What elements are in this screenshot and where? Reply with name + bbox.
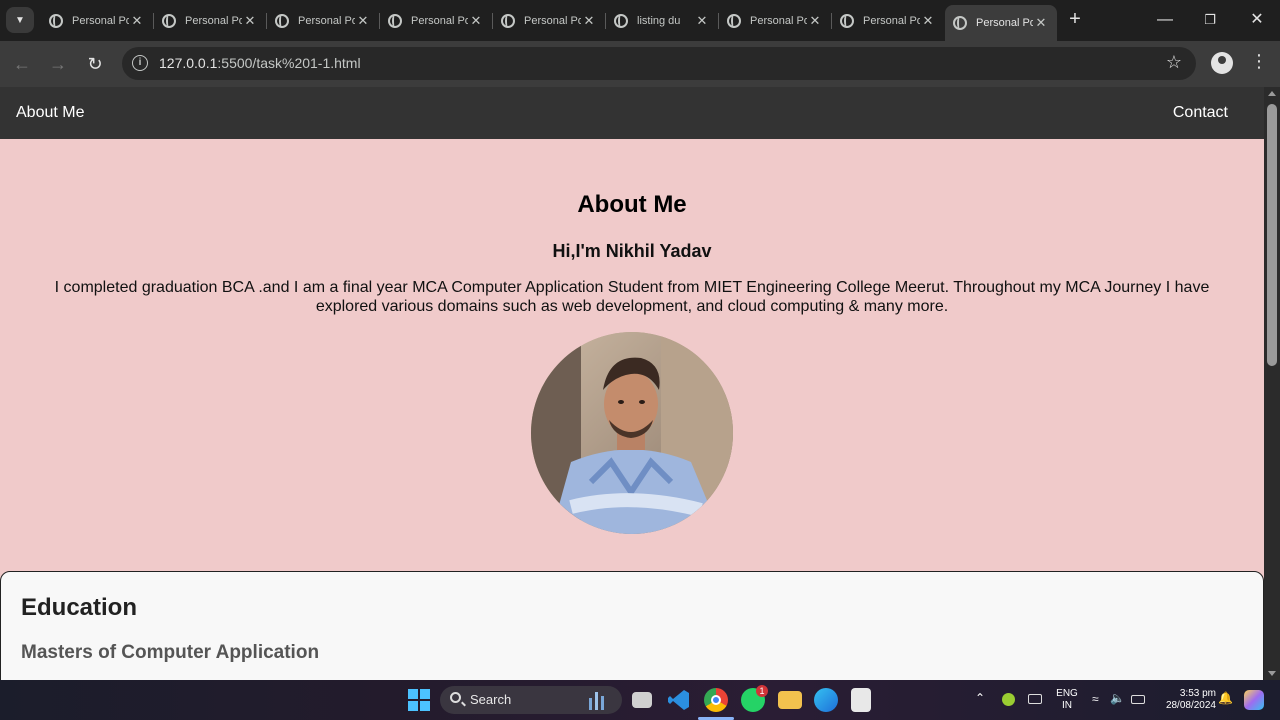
education-heading: Education (21, 594, 138, 621)
windows-start-icon[interactable] (408, 689, 430, 711)
tab-title: Personal Portfolio (185, 14, 242, 27)
site-navbar: About Me Contact (0, 87, 1264, 139)
globe-icon (388, 13, 402, 28)
globe-icon (162, 13, 176, 28)
education-card: Education Masters of Computer Applicatio… (0, 571, 1264, 680)
nav-link-about[interactable]: About Me (16, 104, 84, 122)
keyboard-icon[interactable] (1028, 694, 1042, 704)
globe-icon (953, 16, 967, 30)
tab-title: Personal Portfolio (750, 14, 807, 27)
search-icon (450, 692, 461, 703)
browser-tab[interactable]: Personal Portfolio✕ (380, 6, 492, 35)
degree-title: Masters of Computer Application (21, 642, 320, 663)
vscode-icon[interactable] (667, 688, 691, 712)
file-explorer-icon[interactable] (778, 691, 802, 709)
snipping-tool-icon[interactable] (851, 688, 871, 712)
task-view-icon[interactable] (632, 692, 652, 708)
bio-paragraph: I completed graduation BCA .and I am a f… (54, 279, 1210, 315)
globe-icon (275, 13, 289, 28)
about-section: About Me Hi,I'm Nikhil Yadav I completed… (0, 191, 1264, 534)
tab-strip: ▼ Personal Portfolio✕Personal Portfolio✕… (0, 0, 1280, 41)
new-tab-button[interactable]: + (1064, 9, 1086, 31)
close-tab-icon[interactable]: ✕ (807, 13, 823, 29)
language-code: ENG (1056, 688, 1078, 699)
tray-app-icon[interactable] (1002, 693, 1015, 706)
back-button[interactable]: ← (10, 52, 34, 76)
tab-title: Personal Portfolio (524, 14, 581, 27)
minimize-button[interactable]: — (1153, 8, 1177, 32)
wifi-icon[interactable]: ≈ (1092, 693, 1099, 705)
language-indicator[interactable]: ENG IN (1054, 688, 1080, 712)
browser-tab[interactable]: Personal Portfolio✕ (267, 6, 379, 35)
tab-title: Personal Portfolio (298, 14, 355, 27)
scroll-thumb[interactable] (1267, 104, 1277, 366)
globe-icon (49, 13, 63, 28)
greeting-heading: Hi,I'm Nikhil Yadav (552, 241, 712, 261)
clock-date: 28/08/2024 (1165, 700, 1216, 711)
profile-photo-illustration (531, 332, 733, 534)
copilot-icon[interactable] (1244, 690, 1264, 710)
browser-tab[interactable]: Personal Portfolio✕ (832, 6, 944, 35)
edge-icon[interactable] (814, 688, 838, 712)
profile-photo (531, 332, 733, 534)
close-window-button[interactable]: ✕ (1245, 8, 1269, 32)
browser-tab[interactable]: listing du ✕ (606, 6, 718, 35)
tab-title: Personal Portfolio (411, 14, 468, 27)
address-bar[interactable]: i 127.0.0.1:5500/task%201-1.html ☆ (122, 47, 1196, 80)
browser-toolbar: ← → ↻ i 127.0.0.1:5500/task%201-1.html ☆… (0, 41, 1280, 87)
browser-tab[interactable]: Personal Portfolio✕ (154, 6, 266, 35)
close-tab-icon[interactable]: ✕ (1033, 15, 1049, 31)
bookmark-star-icon[interactable]: ☆ (1166, 52, 1182, 73)
about-heading: About Me (577, 191, 687, 218)
chevron-down-icon: ▼ (15, 14, 25, 26)
clock[interactable]: 3:53 pm 28/08/2024 (1152, 688, 1216, 712)
close-tab-icon[interactable]: ✕ (920, 13, 936, 29)
close-tab-icon[interactable]: ✕ (581, 13, 597, 29)
nav-link-contact[interactable]: Contact (1173, 104, 1228, 122)
globe-icon (840, 13, 854, 28)
tab-title: Personal Portfolio (976, 17, 1033, 29)
forward-button[interactable]: → (46, 52, 70, 76)
reload-button[interactable]: ↻ (83, 52, 107, 76)
chrome-icon[interactable] (704, 688, 728, 712)
url-text[interactable]: 127.0.0.1:5500/task%201-1.html (159, 55, 361, 71)
globe-icon (727, 13, 741, 28)
tab-title: Personal Portfolio (863, 14, 920, 27)
page-viewport: About Me Contact About Me Hi,I'm Nikhil … (0, 87, 1264, 680)
site-info-icon[interactable]: i (132, 55, 148, 71)
scroll-up-arrow-icon[interactable] (1268, 91, 1276, 96)
close-tab-icon[interactable]: ✕ (129, 13, 145, 29)
restore-button[interactable]: ❐ (1198, 8, 1222, 32)
clock-time: 3:53 pm (1179, 688, 1216, 699)
browser-tab[interactable]: Personal Portfolio✕ (493, 6, 605, 35)
close-tab-icon[interactable]: ✕ (694, 13, 710, 29)
globe-icon (614, 13, 628, 28)
volume-icon[interactable]: 🔈 (1110, 692, 1125, 704)
taskbar-search-label: Search (470, 692, 512, 707)
tray-overflow-chevron-icon[interactable]: ⌃ (975, 692, 985, 704)
browser-tab[interactable]: Personal Portfolio✕ (41, 6, 153, 35)
close-tab-icon[interactable]: ✕ (242, 13, 258, 29)
notification-bell-icon[interactable]: 🔔 (1218, 692, 1233, 704)
taskbar-search[interactable]: Search (440, 686, 622, 714)
search-highlight-icon (586, 690, 610, 710)
battery-icon[interactable] (1131, 695, 1145, 704)
tab-search-button[interactable]: ▼ (6, 7, 34, 33)
browser-tab[interactable]: Personal Portfolio✕ (719, 6, 831, 35)
tab-title: Personal Portfolio (72, 14, 129, 27)
page-scrollbar[interactable] (1264, 87, 1280, 680)
whatsapp-notification-badge: 1 (756, 685, 768, 697)
scroll-down-arrow-icon[interactable] (1268, 671, 1276, 676)
browser-menu-button[interactable]: ⋮ (1250, 51, 1268, 72)
browser-tab[interactable]: Personal Portfolio✕ (945, 5, 1057, 41)
os-taskbar: Search 1 ⌃ ENG IN ≈ 🔈 3:53 pm 28/08/2024… (0, 680, 1280, 720)
close-tab-icon[interactable]: ✕ (468, 13, 484, 29)
region-code: IN (1062, 700, 1072, 711)
globe-icon (501, 13, 515, 28)
tab-title: listing du (637, 14, 681, 27)
profile-avatar-button[interactable] (1211, 52, 1233, 74)
close-tab-icon[interactable]: ✕ (355, 13, 371, 29)
